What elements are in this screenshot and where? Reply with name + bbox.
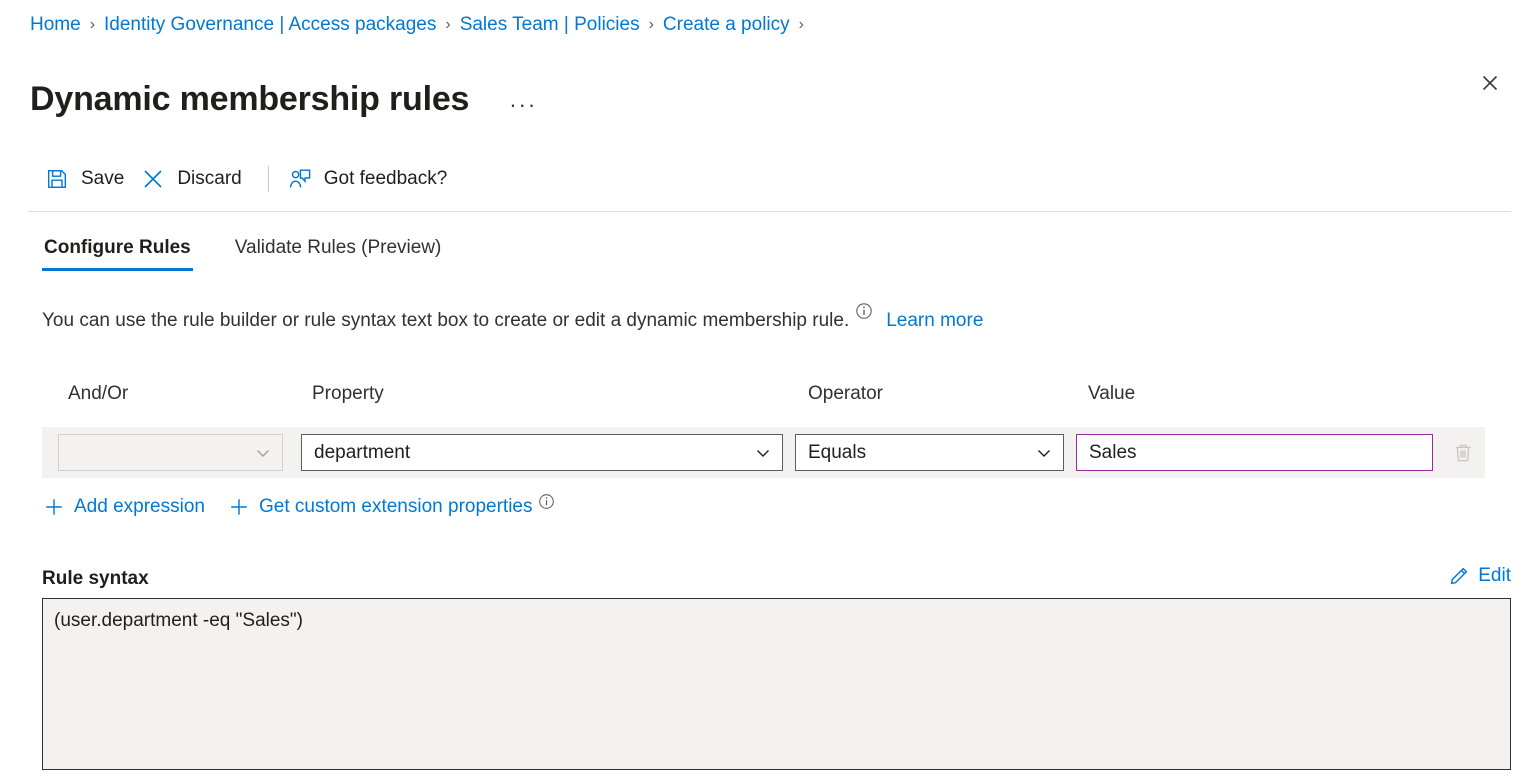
operator-dropdown[interactable]: Equals	[795, 434, 1064, 471]
breadcrumb-separator-icon: ›	[445, 16, 450, 34]
breadcrumb-item-home[interactable]: Home	[30, 14, 81, 36]
save-icon	[44, 166, 70, 192]
chevron-down-icon	[752, 442, 774, 464]
close-icon	[1480, 73, 1500, 93]
rule-syntax-textarea[interactable]: (user.department -eq "Sales")	[42, 598, 1511, 770]
rule-expression-row: department Equals	[42, 427, 1485, 478]
operator-dropdown-wrapper: Equals	[795, 434, 1064, 471]
breadcrumb-separator-icon: ›	[649, 16, 654, 34]
command-bar-bottom-divider	[28, 211, 1511, 212]
plus-icon	[227, 495, 251, 519]
column-header-andor: And/Or	[68, 383, 128, 405]
value-input-wrapper	[1076, 434, 1433, 471]
breadcrumb-separator-icon: ›	[90, 16, 95, 34]
trash-icon	[1452, 442, 1474, 464]
add-expression-button[interactable]: Add expression	[42, 495, 205, 519]
save-label: Save	[81, 168, 124, 190]
breadcrumb-separator-icon: ›	[799, 16, 804, 34]
breadcrumb: Home › Identity Governance | Access pack…	[30, 14, 813, 36]
description-row: You can use the rule builder or rule syn…	[42, 308, 983, 332]
edit-label: Edit	[1478, 565, 1511, 587]
more-options-icon[interactable]: ···	[503, 90, 543, 120]
column-header-operator: Operator	[808, 383, 883, 405]
info-icon[interactable]	[855, 302, 873, 320]
description-text: You can use the rule builder or rule syn…	[42, 310, 849, 332]
get-custom-extension-properties-label: Get custom extension properties	[259, 496, 533, 518]
info-icon[interactable]	[538, 493, 555, 510]
breadcrumb-item-create-a-policy[interactable]: Create a policy	[663, 14, 790, 36]
rule-syntax-label: Rule syntax	[42, 568, 149, 590]
column-header-property: Property	[312, 383, 384, 405]
get-custom-extension-properties-button[interactable]: Get custom extension properties	[227, 495, 555, 519]
got-feedback-label: Got feedback?	[324, 168, 448, 190]
close-button[interactable]	[1473, 66, 1507, 100]
property-dropdown[interactable]: department	[301, 434, 783, 471]
learn-more-link[interactable]: Learn more	[886, 310, 983, 332]
chevron-down-icon	[1033, 442, 1055, 464]
command-bar-divider	[268, 166, 269, 192]
dynamic-membership-rules-blade: Home › Identity Governance | Access pack…	[0, 0, 1539, 778]
save-button[interactable]: Save	[40, 159, 136, 199]
pencil-icon	[1448, 565, 1470, 587]
add-expression-label: Add expression	[74, 496, 205, 518]
got-feedback-button[interactable]: Got feedback?	[283, 159, 460, 199]
andor-dropdown-wrapper	[58, 434, 283, 471]
title-row: Dynamic membership rules ···	[30, 56, 543, 142]
command-bar: Save Discard Got feedback?	[40, 158, 459, 200]
cancel-x-icon	[140, 166, 166, 192]
edit-rule-syntax-button[interactable]: Edit	[1448, 565, 1511, 587]
tab-configure-rules[interactable]: Configure Rules	[42, 237, 193, 271]
chevron-down-icon	[252, 442, 274, 464]
tab-list: Configure Rules Validate Rules (Preview)	[42, 237, 483, 271]
property-dropdown-value: department	[314, 442, 752, 464]
breadcrumb-item-identity-governance[interactable]: Identity Governance | Access packages	[104, 14, 436, 36]
feedback-person-icon	[287, 166, 313, 192]
tab-configure-rules-label: Configure Rules	[44, 237, 191, 258]
tab-validate-rules[interactable]: Validate Rules (Preview)	[233, 237, 444, 271]
tab-validate-rules-label: Validate Rules (Preview)	[235, 237, 442, 258]
delete-expression-button[interactable]	[1446, 436, 1480, 470]
plus-icon	[42, 495, 66, 519]
operator-dropdown-value: Equals	[808, 442, 1033, 464]
breadcrumb-item-sales-team-policies[interactable]: Sales Team | Policies	[460, 14, 640, 36]
page-title: Dynamic membership rules	[30, 79, 469, 120]
column-header-value: Value	[1088, 383, 1135, 405]
discard-label: Discard	[177, 168, 241, 190]
value-input[interactable]	[1076, 434, 1433, 471]
andor-dropdown[interactable]	[58, 434, 283, 471]
property-dropdown-wrapper: department	[301, 434, 783, 471]
discard-button[interactable]: Discard	[136, 159, 253, 199]
rule-builder-actions: Add expression Get custom extension prop…	[42, 495, 577, 519]
